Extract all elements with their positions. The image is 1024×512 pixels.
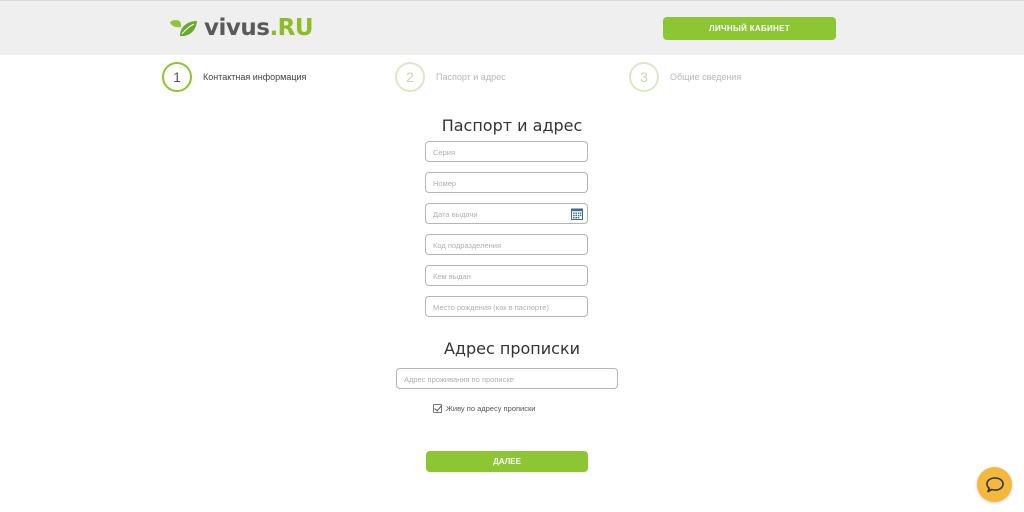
issue-date-input[interactable] bbox=[426, 205, 587, 224]
step-passport-address[interactable]: 2 Паспорт и адрес bbox=[395, 62, 506, 92]
chat-widget-button[interactable] bbox=[977, 467, 1012, 502]
step-number: 3 bbox=[629, 62, 659, 92]
step-contact-info[interactable]: 1 Контактная информация bbox=[162, 62, 306, 92]
same-address-label: Живу по адресу прописки bbox=[446, 404, 536, 413]
step-general-info[interactable]: 3 Общие сведения bbox=[629, 62, 741, 92]
registration-address-input[interactable] bbox=[397, 370, 617, 389]
personal-cabinet-button[interactable]: ЛИЧНЫЙ КАБИНЕТ bbox=[663, 17, 836, 40]
birth-place-field bbox=[425, 296, 588, 317]
passport-section-title: Паспорт и адрес bbox=[441, 116, 583, 135]
passport-series-input[interactable] bbox=[426, 143, 587, 162]
step-label: Паспорт и адрес bbox=[436, 72, 506, 82]
step-number: 1 bbox=[162, 62, 192, 92]
issue-date-field bbox=[425, 203, 588, 224]
passport-number-field bbox=[425, 172, 588, 193]
issued-by-field bbox=[425, 265, 588, 286]
birth-place-input[interactable] bbox=[426, 298, 587, 317]
logo-name: vivus bbox=[204, 15, 270, 41]
calendar-icon[interactable] bbox=[571, 208, 583, 220]
step-label: Контактная информация bbox=[203, 72, 307, 82]
logo-domain: .ru bbox=[269, 15, 314, 41]
site-header: vivus.ru ЛИЧНЫЙ КАБИНЕТ bbox=[0, 0, 1024, 55]
registration-address-field bbox=[396, 368, 618, 389]
passport-series-field bbox=[425, 141, 588, 162]
division-code-field bbox=[425, 234, 588, 255]
next-button[interactable]: ДАЛЕЕ bbox=[426, 451, 588, 472]
chat-icon bbox=[985, 476, 1004, 492]
step-label: Общие сведения bbox=[670, 72, 742, 82]
vivus-logo[interactable]: vivus.ru bbox=[168, 15, 314, 41]
same-address-checkbox[interactable] bbox=[433, 404, 442, 413]
issued-by-input[interactable] bbox=[426, 267, 587, 286]
division-code-input[interactable] bbox=[426, 236, 587, 255]
leaf-logo-icon bbox=[170, 19, 197, 37]
passport-number-input[interactable] bbox=[426, 174, 587, 193]
registration-section-title: Адрес прописки bbox=[443, 339, 580, 358]
step-number: 2 bbox=[395, 62, 425, 92]
same-address-option[interactable]: Живу по адресу прописки bbox=[433, 404, 535, 413]
